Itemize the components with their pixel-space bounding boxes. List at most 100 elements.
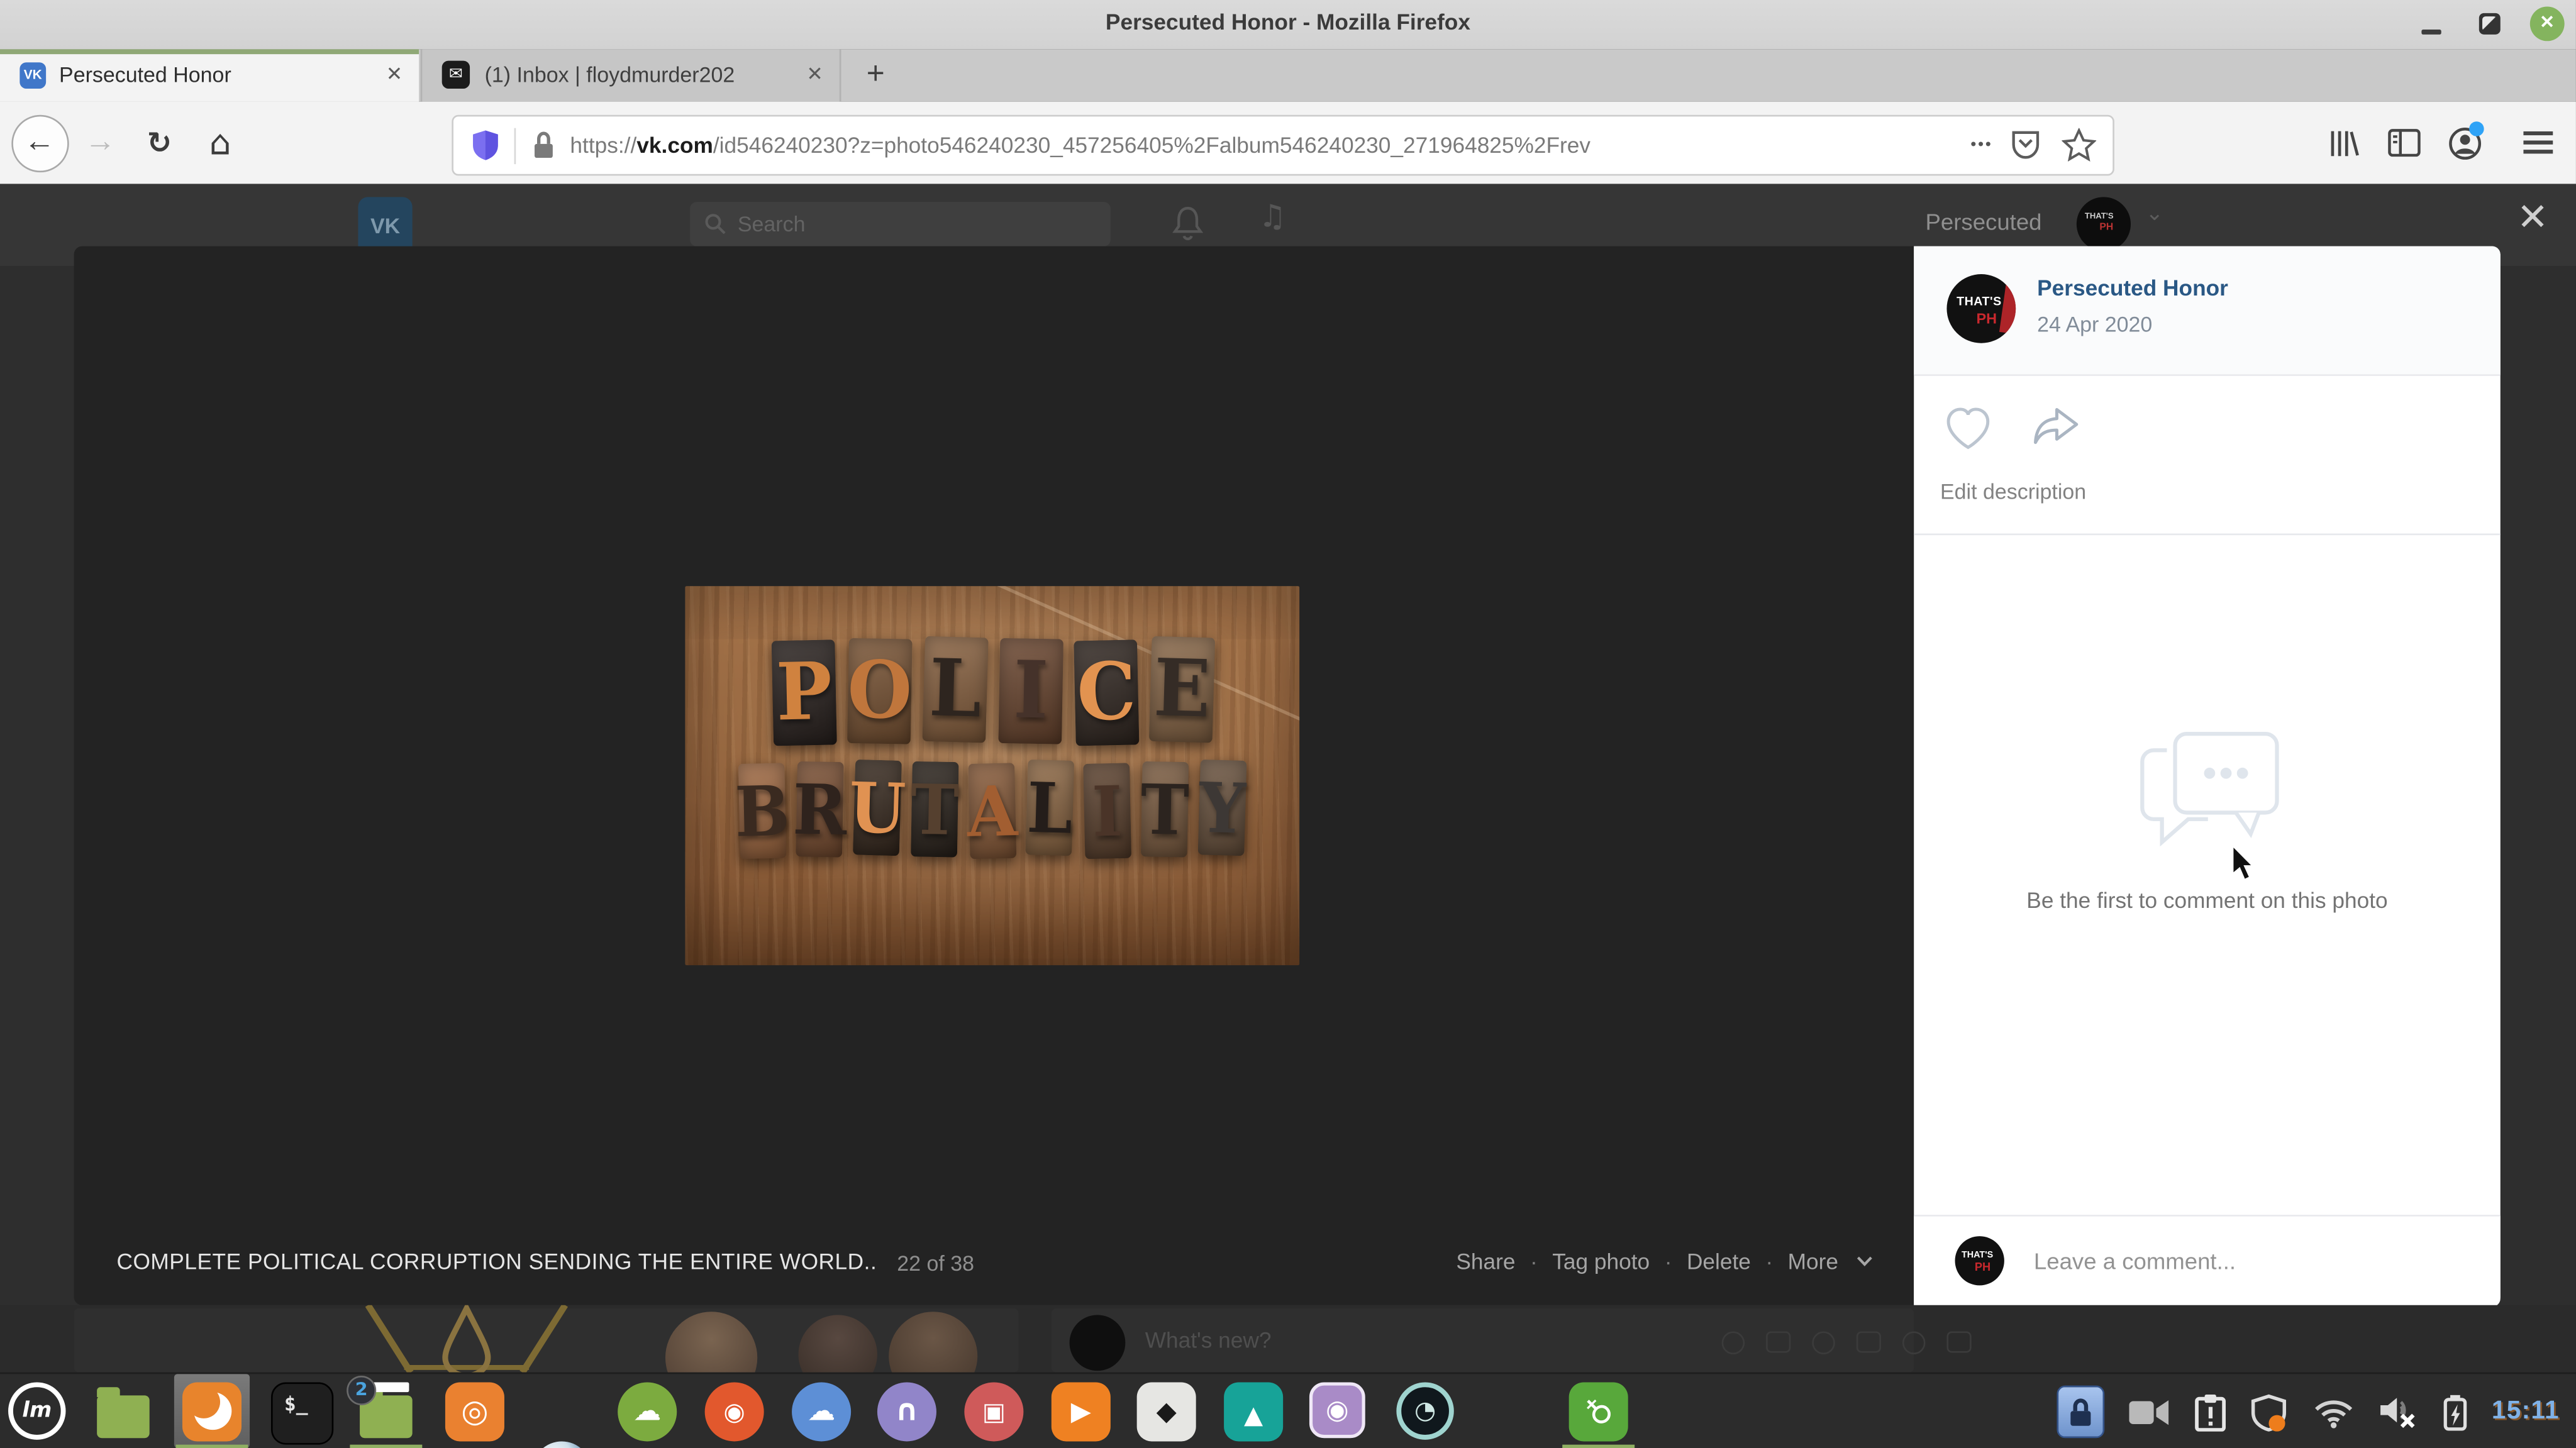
comments-bubbles-icon: [2134, 731, 2282, 855]
page-actions-icon[interactable]: •••: [1970, 136, 1992, 155]
tab-inbox[interactable]: ✉ (1) Inbox | floydmurder202 ✕: [420, 49, 841, 102]
library-icon[interactable]: [2316, 102, 2369, 184]
letterpress-letter: U: [848, 759, 907, 856]
taskbar-icon-headphones[interactable]: ∩: [877, 1382, 936, 1442]
more-link[interactable]: More: [1788, 1249, 1838, 1274]
tab-bar: VK Persecuted Honor ✕ ✉ (1) Inbox | floy…: [0, 49, 2576, 102]
taskbar: lm $_ 2 ◎ ☁ ◉ ☁ ∩ ▣ ▶ ◆ ▲ ◉ ◔ ∩ ♀: [0, 1372, 2576, 1448]
profile-chevron-down-icon[interactable]: ⌄: [2146, 201, 2163, 227]
reload-button[interactable]: ↻: [135, 102, 184, 184]
wifi-icon[interactable]: [2312, 1396, 2353, 1428]
url-path: /id546240230?z=photo546240230_457256405%…: [713, 133, 1591, 158]
delete-link[interactable]: Delete: [1687, 1249, 1751, 1274]
profile-avatar[interactable]: THAT'S PH: [2076, 197, 2131, 251]
window-count-badge: 2: [347, 1374, 377, 1405]
whats-new-placeholder: What's new?: [1145, 1328, 1272, 1353]
lightbox-close-icon[interactable]: ✕: [2517, 197, 2548, 240]
taskbar-icon-cloud-backup[interactable]: ☁: [618, 1382, 677, 1442]
letterpress-letter: O: [846, 638, 912, 744]
volume-muted-icon[interactable]: [2379, 1395, 2418, 1429]
home-button[interactable]: ⌂: [194, 102, 247, 184]
url-scheme: https://: [570, 133, 637, 158]
photo-viewer[interactable]: POLICE BRUTALITY COMPLETE POLITICAL CORR…: [74, 246, 1914, 1305]
taskbar-icon-webcam[interactable]: ◉: [1309, 1382, 1365, 1439]
taskbar-icon-terminal[interactable]: $_: [271, 1382, 334, 1445]
taskbar-icon-photos[interactable]: ▣: [964, 1382, 1024, 1442]
keepassxc-lock-icon[interactable]: [2056, 1385, 2104, 1439]
album-caption[interactable]: COMPLETE POLITICAL CORRUPTION SENDING TH…: [116, 1249, 877, 1274]
notifications-bell-icon[interactable]: [1170, 204, 1206, 243]
folder-icon: 2: [347, 1374, 413, 1437]
commenter-avatar: THAT'S PH: [1955, 1236, 2004, 1286]
url-bar[interactable]: https://vk.com/id546240230?z=photo546240…: [452, 114, 2114, 176]
music-icon[interactable]: ♫: [1258, 199, 1287, 235]
tab-label: (1) Inbox | floydmurder202: [484, 62, 735, 87]
taskbar-clock[interactable]: 15:11: [2492, 1397, 2560, 1427]
battery-charging-icon[interactable]: [2443, 1393, 2467, 1430]
minimize-button[interactable]: [2421, 29, 2441, 35]
edit-description-link[interactable]: Edit description: [1940, 479, 2086, 504]
restore-button[interactable]: [2479, 13, 2501, 35]
video-recorder-icon[interactable]: [2128, 1396, 2170, 1428]
taskbar-icon-mint-menu[interactable]: lm: [8, 1382, 66, 1440]
sidebar-icon[interactable]: [2377, 102, 2430, 184]
share-arrow-icon[interactable]: [2032, 406, 2080, 446]
share-link[interactable]: Share: [1456, 1249, 1515, 1274]
tag-photo-link[interactable]: Tag photo: [1552, 1249, 1650, 1274]
taskbar-icon-files-2[interactable]: 2: [347, 1374, 416, 1441]
url-text[interactable]: https://vk.com/id546240230?z=photo546240…: [570, 133, 1591, 157]
hamburger-menu-icon[interactable]: [2510, 102, 2566, 184]
lock-icon: [535, 131, 553, 158]
forward-button[interactable]: →: [75, 102, 125, 184]
taskbar-icon-blender[interactable]: ◎: [445, 1382, 504, 1442]
clipboard-alert-icon[interactable]: [2194, 1393, 2226, 1431]
url-host: vk.com: [636, 133, 713, 158]
running-indicator: [350, 1444, 423, 1448]
taskbar-icon-inkscape[interactable]: ◆: [1136, 1382, 1196, 1442]
photo-actions-row: Edit description: [1914, 374, 2501, 533]
taskbar-icon-keys[interactable]: ♀: [1568, 1382, 1628, 1442]
photo-caption-row: COMPLETE POLITICAL CORRUPTION SENDING TH…: [74, 1249, 1914, 1282]
taskbar-icon-timer[interactable]: ◔: [1396, 1382, 1454, 1440]
photo-date[interactable]: 24 Apr 2020: [2037, 312, 2152, 336]
browser-toolbar: ← → ↻ ⌂ https://vk.com/id546240230?z=pho…: [0, 101, 2576, 186]
pocket-save-icon[interactable]: [2009, 127, 2042, 163]
tracking-protection-shield-icon[interactable]: [470, 128, 501, 163]
folder-icon: [97, 1386, 150, 1437]
letterpress-letter: L: [921, 636, 988, 743]
tab-persecuted-honor[interactable]: VK Persecuted Honor ✕: [0, 49, 419, 102]
new-tab-button[interactable]: +: [854, 54, 897, 97]
taskbar-icon-cloud-music[interactable]: ☁: [792, 1382, 852, 1442]
tab-close-icon[interactable]: ✕: [806, 62, 823, 86]
taskbar-icon-files[interactable]: [94, 1382, 153, 1441]
back-icon: ←: [10, 114, 69, 172]
taskbar-icon-image-viewer[interactable]: ▲: [1224, 1382, 1284, 1442]
photo-word-brutality: BRUTALITY: [685, 759, 1299, 859]
author-avatar[interactable]: THAT'S PH: [1946, 274, 2016, 343]
like-heart-icon[interactable]: [1943, 406, 1992, 451]
profile-name[interactable]: Persecuted: [1925, 209, 2041, 235]
vk-search-input[interactable]: Search: [690, 202, 1111, 246]
bookmark-star-icon[interactable]: [2062, 128, 2097, 163]
screen: Persecuted Honor - Mozilla Firefox ✕ VK …: [0, 0, 2576, 1448]
letterpress-letter: Y: [1197, 759, 1247, 856]
urlbar-divider: [514, 127, 516, 163]
tab-label: Persecuted Honor: [59, 62, 231, 87]
dimmed-page-strip: What's new?: [0, 1305, 2576, 1373]
back-button[interactable]: ←: [8, 102, 70, 184]
taskbar-icon-screenshot[interactable]: ◉: [704, 1382, 764, 1442]
close-button[interactable]: ✕: [2529, 6, 2565, 41]
photo-police-brutality[interactable]: POLICE BRUTALITY: [685, 586, 1300, 966]
letterpress-letter: C: [1072, 639, 1139, 746]
taskbar-icon-media-sphere[interactable]: [532, 1441, 592, 1448]
taskbar-icon-firefox[interactable]: [182, 1382, 242, 1442]
firewall-shield-icon[interactable]: [2250, 1393, 2288, 1431]
taskbar-icon-player[interactable]: ▶: [1051, 1382, 1111, 1442]
account-notification-dot: [2469, 121, 2484, 136]
comment-input-row[interactable]: THAT'S PH Leave a comment...: [1914, 1215, 2501, 1307]
tab-close-icon[interactable]: ✕: [386, 62, 402, 86]
folder-window-bar: [372, 1381, 409, 1391]
account-icon[interactable]: [2438, 102, 2491, 184]
comment-input-placeholder[interactable]: Leave a comment...: [2034, 1247, 2236, 1274]
author-name-link[interactable]: Persecuted Honor: [2037, 276, 2228, 301]
